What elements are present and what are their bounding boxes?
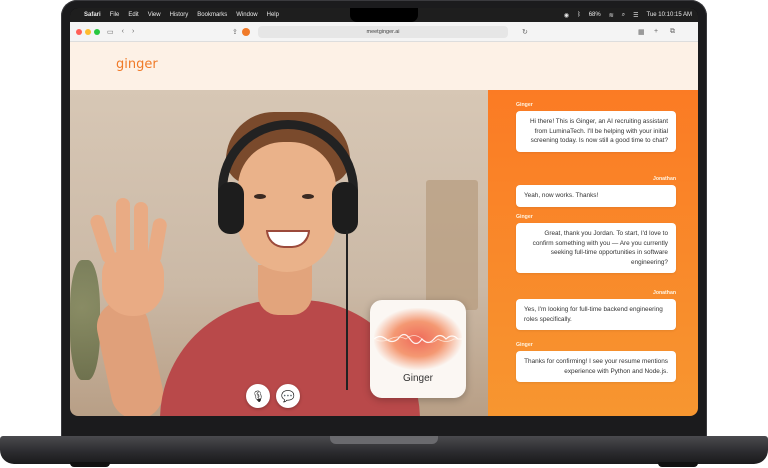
menu-file[interactable]: File bbox=[110, 12, 120, 18]
share-icon[interactable]: ⇪ bbox=[232, 28, 238, 36]
message-sender: Jonathan bbox=[652, 290, 676, 296]
waveform-icon bbox=[374, 333, 462, 345]
microphone-button[interactable]: 🎙 bbox=[246, 384, 270, 408]
message-sender: Ginger bbox=[516, 102, 533, 108]
menu-edit[interactable]: Edit bbox=[128, 12, 138, 18]
tabs-icon[interactable]: ⧉ bbox=[670, 28, 675, 36]
message-bubble: Yeah, now works. Thanks! bbox=[516, 185, 676, 207]
chat-message: Jonathan Yeah, now works. Thanks! bbox=[516, 176, 676, 207]
headphone-cup bbox=[332, 182, 358, 234]
menu-window[interactable]: Window bbox=[236, 12, 257, 18]
brand-logo[interactable]: ginger bbox=[116, 57, 158, 72]
chat-button[interactable]: 💬 bbox=[276, 384, 300, 408]
safari-toolbar: ▭ ‹ › ⇪ meetginger.ai ↻ ▦ + ⧉ bbox=[70, 22, 698, 42]
screen: Safari File Edit View History Bookmarks … bbox=[70, 8, 698, 416]
address-bar[interactable]: meetginger.ai bbox=[258, 26, 508, 38]
headphone-cup bbox=[218, 182, 244, 234]
minimize-window-icon[interactable] bbox=[85, 28, 91, 35]
microphone-icon: 🎙 bbox=[251, 390, 265, 403]
status-icon[interactable]: ◉ bbox=[564, 12, 569, 19]
site-favicon bbox=[242, 28, 250, 36]
waving-hand bbox=[88, 198, 176, 318]
menu-app-name[interactable]: Safari bbox=[84, 12, 101, 18]
bluetooth-icon[interactable]: ᛒ bbox=[577, 12, 581, 18]
finger bbox=[88, 213, 118, 265]
search-icon[interactable]: ⌕ bbox=[622, 12, 625, 19]
finger bbox=[116, 198, 130, 256]
mic-cable bbox=[346, 230, 348, 390]
menu-history[interactable]: History bbox=[170, 12, 189, 18]
reload-icon[interactable]: ↻ bbox=[522, 28, 528, 36]
assistant-name: Ginger bbox=[402, 373, 433, 384]
chat-bubble-icon: 💬 bbox=[281, 390, 295, 403]
chat-message: Jonathan Yes, I'm looking for full-time … bbox=[516, 290, 676, 331]
menu-view[interactable]: View bbox=[148, 12, 161, 18]
chat-message: Ginger Great, thank you Jordan. To start… bbox=[516, 214, 676, 274]
menu-bookmarks[interactable]: Bookmarks bbox=[197, 12, 227, 18]
battery-percent[interactable]: 68% bbox=[589, 12, 601, 18]
clock[interactable]: Tue 10:10:15 AM bbox=[647, 12, 692, 18]
menu-help[interactable]: Help bbox=[267, 12, 279, 18]
laptop-opening-notch bbox=[330, 436, 438, 444]
zoom-window-icon[interactable] bbox=[94, 28, 100, 35]
finger bbox=[146, 217, 168, 265]
url-text: meetginger.ai bbox=[366, 29, 400, 35]
wifi-icon[interactable]: ≋ bbox=[609, 12, 614, 19]
laptop-foot-right bbox=[658, 462, 698, 467]
message-sender: Jonathan bbox=[652, 176, 676, 182]
message-bubble: Thanks for confirming! I see your resume… bbox=[516, 351, 676, 383]
sidebar-toggle-icon[interactable]: ▭ bbox=[107, 28, 114, 36]
new-tab-icon[interactable]: + bbox=[654, 28, 658, 35]
menu-extras: ◉ ᛒ 68% ≋ ⌕ ☰ Tue 10:10:15 AM bbox=[564, 12, 692, 19]
message-bubble: Great, thank you Jordan. To start, I'd l… bbox=[516, 223, 676, 274]
video-feed: 🎙 💬 Ginger bbox=[70, 90, 488, 416]
laptop-foot-left bbox=[70, 462, 110, 467]
page-header: ginger bbox=[70, 42, 698, 90]
chat-panel: Ginger Hi there! This is Ginger, an AI r… bbox=[488, 90, 698, 416]
back-icon[interactable]: ‹ bbox=[122, 28, 124, 35]
message-bubble: Hi there! This is Ginger, an AI recruiti… bbox=[516, 111, 676, 152]
finger bbox=[134, 202, 148, 258]
camera-notch bbox=[350, 8, 418, 22]
message-sender: Ginger bbox=[516, 214, 533, 220]
close-window-icon[interactable] bbox=[76, 28, 82, 35]
assistant-card: Ginger bbox=[370, 300, 466, 398]
forward-icon[interactable]: › bbox=[132, 28, 134, 35]
message-bubble: Yes, I'm looking for full-time backend e… bbox=[516, 299, 676, 331]
message-sender: Ginger bbox=[516, 342, 533, 348]
chat-message: Ginger Hi there! This is Ginger, an AI r… bbox=[516, 102, 676, 152]
chat-message: Ginger Thanks for confirming! I see your… bbox=[516, 342, 676, 383]
neck bbox=[258, 265, 312, 315]
tab-overview-icon[interactable]: ▦ bbox=[638, 28, 645, 36]
control-center-icon[interactable]: ☰ bbox=[633, 12, 638, 19]
